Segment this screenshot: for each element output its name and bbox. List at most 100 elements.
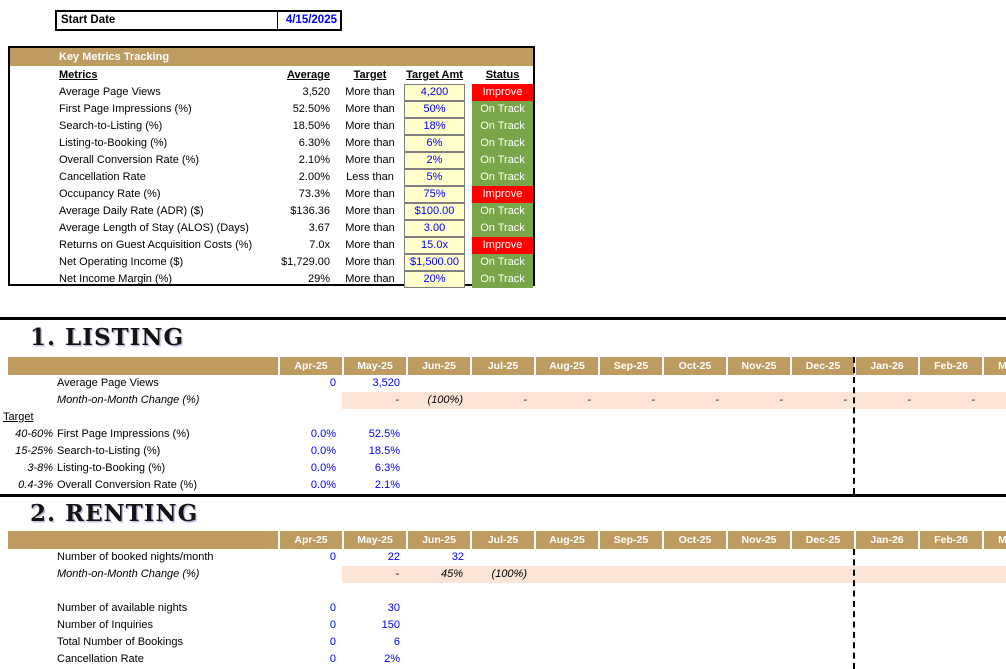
metric-target-direction: More than — [336, 101, 404, 118]
metric-target-direction: More than — [336, 220, 404, 237]
month-value-cell[interactable]: 52.5% — [342, 426, 406, 443]
metric-target-amount-cell[interactable]: 3.00 — [404, 220, 465, 237]
metric-average: 7.0x — [278, 237, 336, 254]
metric-target-amount-cell[interactable]: $100.00 — [404, 203, 465, 220]
row-label: Cancellation Rate — [57, 651, 144, 668]
month-value-cell: - — [918, 392, 982, 409]
metric-average: $136.36 — [278, 203, 336, 220]
month-value-cell[interactable]: 0.0% — [278, 460, 342, 477]
target-heading: Target — [3, 409, 34, 426]
month-value-cell[interactable]: 6.3% — [342, 460, 406, 477]
month-value-cell: - — [342, 566, 406, 583]
metric-target-direction: Less than — [336, 169, 404, 186]
month-header-cell: May-25 — [342, 357, 406, 375]
metric-label: Overall Conversion Rate (%) — [59, 152, 278, 169]
month-value-cell[interactable]: 6 — [342, 634, 406, 651]
month-value-cell: - — [470, 392, 534, 409]
metrics-row: Average Page Views3,520More than4,200Imp… — [10, 84, 533, 101]
metric-target-amount-cell[interactable]: 18% — [404, 118, 465, 135]
row-indent — [10, 237, 59, 254]
data-row: Number of available nights030 — [0, 600, 1006, 617]
start-date-label: Start Date — [57, 12, 277, 29]
key-metrics-header-row: Metrics Average Target Target Amt Status — [10, 66, 533, 84]
row-label: Search-to-Listing (%) — [57, 443, 160, 460]
metric-average: 29% — [278, 271, 336, 288]
month-header-cell: Oct-25 — [662, 531, 726, 549]
status-badge: On Track — [472, 152, 533, 169]
month-value-cell: - — [534, 392, 598, 409]
metric-target-amount-cell[interactable]: 15.0x — [404, 237, 465, 254]
metric-target-amount-cell[interactable]: $1,500.00 — [404, 254, 465, 271]
cell-gap — [465, 271, 472, 288]
month-value-cell[interactable]: 32 — [406, 549, 470, 566]
metric-target-amount-cell[interactable]: 4,200 — [404, 84, 465, 101]
mom-change-row: Month-on-Month Change (%)-45%(100%) — [0, 566, 1006, 583]
month-value-cell[interactable]: 0 — [278, 634, 342, 651]
metric-target-amount-cell[interactable]: 50% — [404, 101, 465, 118]
metric-average: $1,729.00 — [278, 254, 336, 271]
header-average: Average — [278, 66, 336, 84]
status-badge: Improve — [472, 237, 533, 254]
status-badge: On Track — [472, 169, 533, 186]
metric-average: 2.10% — [278, 152, 336, 169]
row-label: Month-on-Month Change (%) — [57, 392, 199, 409]
month-value-cell[interactable]: 0 — [278, 617, 342, 634]
month-value-cell[interactable]: 22 — [342, 549, 406, 566]
metric-label: Occupancy Rate (%) — [59, 186, 278, 203]
metric-average: 73.3% — [278, 186, 336, 203]
metric-average: 2.00% — [278, 169, 336, 186]
row-indent — [10, 220, 59, 237]
month-header-cell: Jan-26 — [854, 531, 918, 549]
month-header-cell: Feb-26 — [918, 357, 982, 375]
month-header-cell: May-25 — [342, 531, 406, 549]
metric-label: Average Page Views — [59, 84, 278, 101]
month-value-cell[interactable]: 0 — [278, 549, 342, 566]
metrics-row: Occupancy Rate (%)73.3%More than75%Impro… — [10, 186, 533, 203]
status-badge: Improve — [472, 84, 533, 101]
metric-target-amount-cell[interactable]: 20% — [404, 271, 465, 288]
row-label: Number of booked nights/month — [57, 549, 214, 566]
month-value-cell: - — [598, 392, 662, 409]
month-value-cell[interactable]: 0.0% — [278, 443, 342, 460]
start-date-value[interactable]: 4/15/2025 — [277, 12, 340, 29]
month-header-cell: Sep-25 — [598, 531, 662, 549]
cell-gap — [465, 101, 472, 118]
month-value-cell: (100%) — [406, 392, 470, 409]
metric-average: 3,520 — [278, 84, 336, 101]
month-header-cell: Mar-26 — [982, 531, 1006, 549]
row-indent — [10, 84, 59, 101]
metric-label: Cancellation Rate — [59, 169, 278, 186]
header-metrics: Metrics — [59, 66, 278, 84]
month-value-cell[interactable]: 2.1% — [342, 477, 406, 494]
month-value-cell[interactable]: 18.5% — [342, 443, 406, 460]
metrics-row: Cancellation Rate2.00%Less than5% On Trac… — [10, 169, 533, 186]
month-value-cell[interactable]: 0.0% — [278, 477, 342, 494]
month-value-cell[interactable]: 3,520 — [342, 375, 406, 392]
month-value-cell[interactable]: 0 — [278, 600, 342, 617]
status-badge: On Track — [472, 118, 533, 135]
month-value-cell[interactable]: 0.0% — [278, 426, 342, 443]
metric-target-amount-cell[interactable]: 75% — [404, 186, 465, 203]
month-value-cell[interactable]: 2% — [342, 651, 406, 668]
month-value-cell[interactable]: 0 — [278, 651, 342, 668]
status-badge: On Track — [472, 203, 533, 220]
metrics-row: Listing-to-Booking (%)6.30%More than6%On… — [10, 135, 533, 152]
start-date-box: Start Date 4/15/2025 — [55, 10, 342, 31]
metric-target-amount-cell[interactable]: 6% — [404, 135, 465, 152]
month-header-cell: Feb-26 — [918, 531, 982, 549]
listing-rows: Average Page Views03,520Month-on-Month C… — [0, 375, 1006, 494]
month-header-cell: Nov-25 — [726, 531, 790, 549]
month-value-cell[interactable]: 0 — [278, 375, 342, 392]
cell-gap — [465, 237, 472, 254]
row-label: First Page Impressions (%) — [57, 426, 190, 443]
month-value-cell[interactable]: 150 — [342, 617, 406, 634]
metric-average: 6.30% — [278, 135, 336, 152]
metric-target-amount-cell[interactable]: 5% — [404, 169, 465, 186]
header-spacer — [10, 66, 59, 84]
month-value-cell: 45% — [406, 566, 470, 583]
page-break-line — [853, 357, 855, 494]
row-indent — [10, 101, 59, 118]
metric-label: First Page Impressions (%) — [59, 101, 278, 118]
metric-target-amount-cell[interactable]: 2% — [404, 152, 465, 169]
month-value-cell[interactable]: 30 — [342, 600, 406, 617]
